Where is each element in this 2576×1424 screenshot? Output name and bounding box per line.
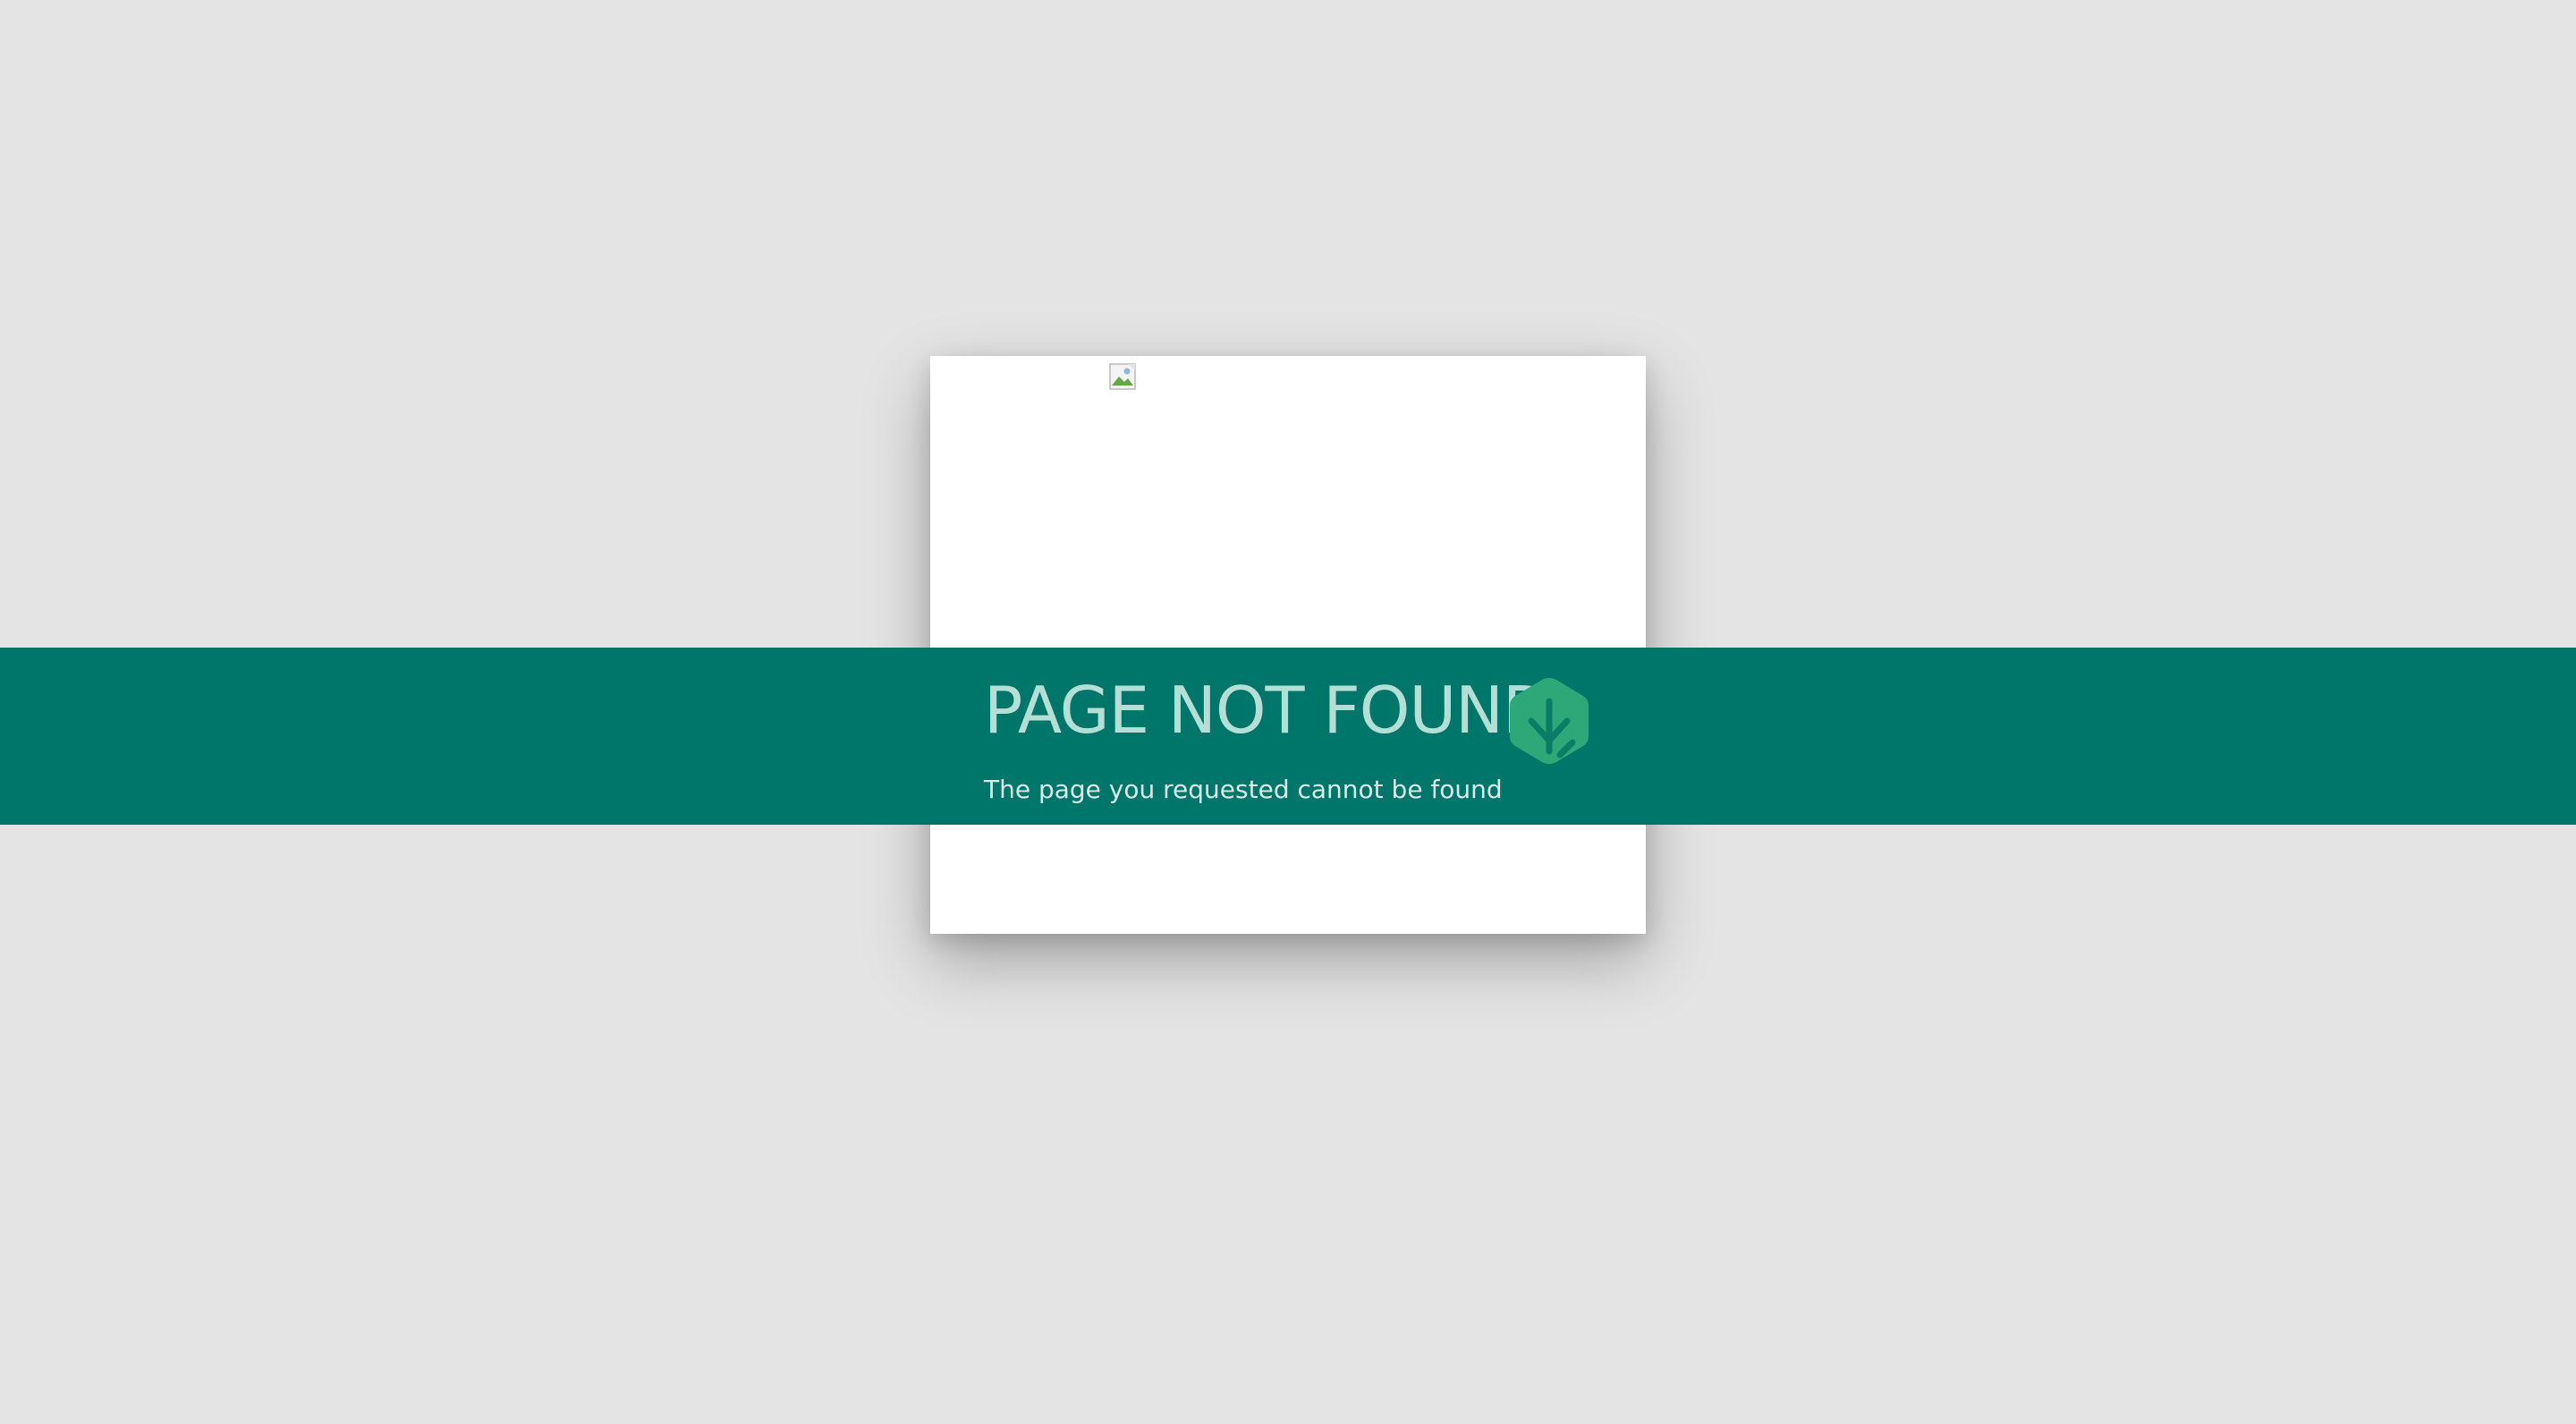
error-page: PAGE NOT FOUND The page you requested ca…	[0, 0, 2576, 1424]
page-title: PAGE NOT FOUND	[984, 673, 1552, 748]
leaf-hexagon-icon	[1510, 678, 1589, 764]
broken-image-icon	[1109, 363, 1136, 390]
error-message: The page you requested cannot be found	[984, 775, 1503, 804]
error-banner: PAGE NOT FOUND The page you requested ca…	[0, 648, 2576, 825]
error-card	[930, 356, 1646, 934]
